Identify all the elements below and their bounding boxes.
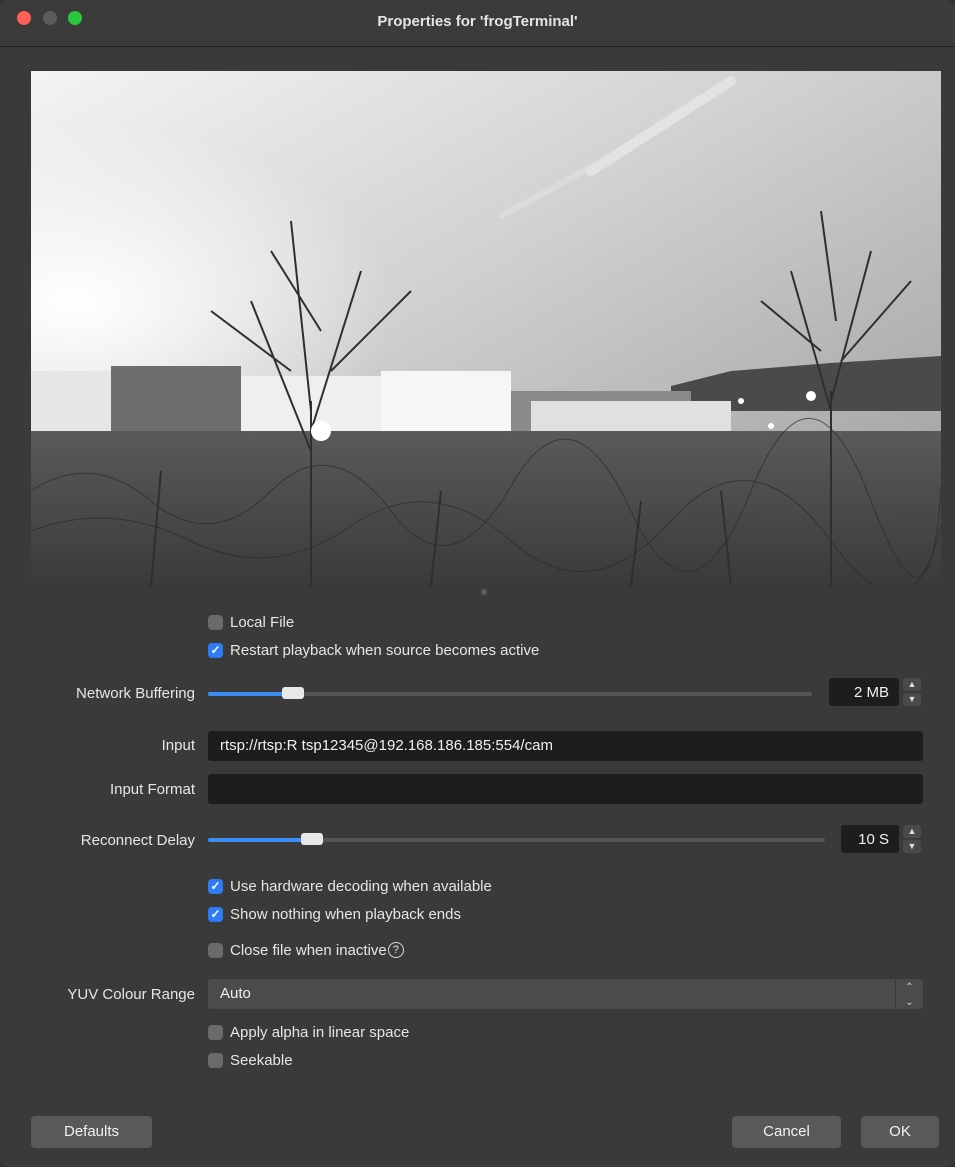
properties-window: Properties for 'frogTerminal' Local File… <box>0 0 955 1167</box>
close-file-checkbox[interactable]: Close file when inactive ? <box>208 941 404 959</box>
help-icon[interactable]: ? <box>387 942 404 958</box>
window-title: Properties for 'frogTerminal' <box>377 13 578 30</box>
checkmark-icon: ✓ <box>208 642 223 658</box>
checkbox-label: Local File <box>230 613 295 631</box>
network-buffering-value[interactable]: 2 MB <box>829 678 899 706</box>
source-preview <box>31 71 941 586</box>
reconnect-delay-value[interactable]: 10 S <box>841 825 899 853</box>
seekable-checkbox[interactable]: Seekable <box>208 1051 293 1069</box>
chevron-down-icon[interactable]: ▼ <box>903 840 921 853</box>
input-format-label: Input Format <box>109 781 195 798</box>
network-buffering-stepper[interactable]: ▲ ▼ <box>902 678 922 708</box>
checkbox-label: Seekable <box>230 1051 293 1069</box>
preview-resize-handle[interactable] <box>481 589 487 595</box>
checkbox-label: Restart playback when source becomes act… <box>230 641 540 659</box>
apply-alpha-checkbox[interactable]: Apply alpha in linear space <box>208 1023 409 1041</box>
input-field[interactable]: rtsp://rtsp:R tsp12345@192.168.186.185:5… <box>208 731 923 761</box>
local-file-checkbox[interactable]: Local File <box>208 613 294 631</box>
slider-thumb[interactable] <box>282 687 304 699</box>
slider-fill <box>208 692 293 696</box>
input-format-field[interactable] <box>208 774 923 804</box>
hardware-decoding-checkbox[interactable]: ✓ Use hardware decoding when available <box>208 877 492 895</box>
chevron-down-icon[interactable]: ▼ <box>903 693 921 706</box>
restart-playback-checkbox[interactable]: ✓ Restart playback when source becomes a… <box>208 641 539 659</box>
checkbox-box <box>208 614 223 630</box>
chevron-up-icon[interactable]: ▲ <box>903 825 921 838</box>
network-buffering-slider[interactable] <box>208 687 812 699</box>
defaults-button[interactable]: Defaults <box>31 1116 152 1148</box>
checkbox-label: Apply alpha in linear space <box>230 1023 410 1041</box>
checkbox-box <box>208 1024 223 1040</box>
ok-button[interactable]: OK <box>861 1116 939 1148</box>
checkmark-icon: ✓ <box>208 906 223 922</box>
checkbox-box <box>208 1052 223 1068</box>
checkbox-label: Close file when inactive <box>230 941 387 959</box>
checkbox-label: Use hardware decoding when available <box>230 877 492 895</box>
checkbox-label: Show nothing when playback ends <box>230 905 461 923</box>
reconnect-delay-label: Reconnect Delay <box>80 832 195 849</box>
slider-thumb[interactable] <box>301 833 323 845</box>
title-bar: Properties for 'frogTerminal' <box>0 0 955 47</box>
yuv-colour-range-select[interactable]: Auto ⌃ ⌄ <box>208 979 923 1009</box>
checkbox-box <box>208 942 223 958</box>
reconnect-delay-slider[interactable] <box>208 833 825 845</box>
reconnect-delay-stepper[interactable]: ▲ ▼ <box>902 825 922 855</box>
cancel-button[interactable]: Cancel <box>732 1116 841 1148</box>
network-buffering-label: Network Buffering <box>76 685 195 702</box>
yuv-colour-range-label: YUV Colour Range <box>67 986 195 1003</box>
input-label: Input <box>161 737 195 754</box>
select-value: Auto <box>220 985 251 1002</box>
checkmark-icon: ✓ <box>208 878 223 894</box>
show-nothing-checkbox[interactable]: ✓ Show nothing when playback ends <box>208 905 461 923</box>
chevron-up-icon[interactable]: ▲ <box>903 678 921 691</box>
slider-fill <box>208 838 313 842</box>
camera-preview-image <box>31 71 941 586</box>
up-down-chevron-icon: ⌃ ⌄ <box>895 979 923 1009</box>
